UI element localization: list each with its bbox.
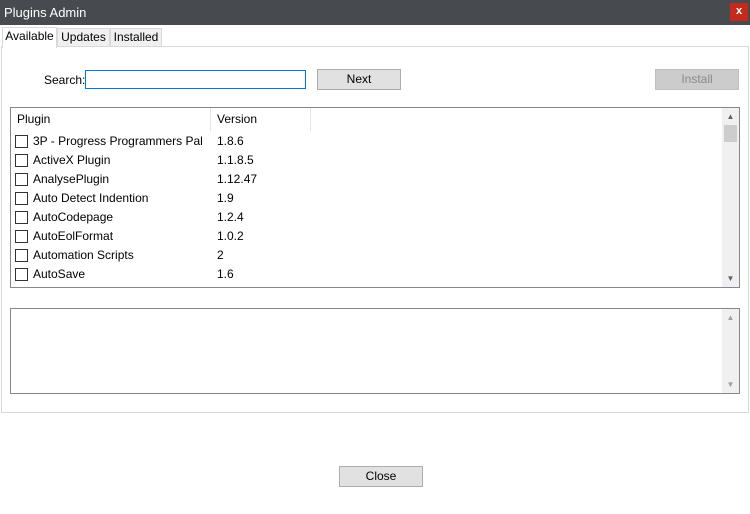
list-item[interactable]: AutoCodepage 1.2.4 (11, 208, 723, 227)
scroll-up-arrow-icon[interactable]: ▲ (722, 108, 739, 125)
list-item[interactable]: AutoEolFormat 1.0.2 (11, 227, 723, 246)
window-close-button[interactable]: x (730, 3, 748, 21)
scroll-up-arrow-icon[interactable]: ▲ (722, 309, 739, 326)
title-bar: Plugins Admin x (0, 0, 750, 25)
column-header-version[interactable]: Version (211, 108, 311, 131)
plugin-name: AutoCodepage (33, 210, 114, 224)
plugin-version: 1.6 (217, 267, 234, 281)
plugin-name: Automation Scripts (33, 248, 134, 262)
list-item[interactable]: AnalysePlugin 1.12.47 (11, 170, 723, 189)
plugin-version: 1.2.4 (217, 210, 244, 224)
tab-installed[interactable]: Installed (110, 28, 162, 47)
search-input[interactable] (85, 70, 306, 89)
plugin-checkbox[interactable] (15, 173, 28, 186)
scroll-down-arrow-icon[interactable]: ▼ (722, 270, 739, 287)
plugin-checkbox[interactable] (15, 135, 28, 148)
plugin-version: 1.8.6 (217, 134, 244, 148)
plugin-checkbox[interactable] (15, 249, 28, 262)
plugin-name: ActiveX Plugin (33, 153, 111, 167)
plugin-name: AutoEolFormat (33, 229, 114, 243)
plugin-name: AutoSave (33, 267, 86, 281)
list-rows: 3P - Progress Programmers Pal 1.8.6 Acti… (11, 132, 723, 287)
plugin-version: 2 (217, 248, 224, 262)
tab-updates[interactable]: Updates (57, 28, 110, 47)
scrollbar-thumb[interactable] (724, 125, 737, 142)
plugin-list-scrollbar[interactable]: ▲ ▼ (722, 108, 739, 287)
plugin-version: 1.12.47 (217, 172, 258, 186)
window-title: Plugins Admin (4, 5, 87, 20)
description-scrollbar[interactable]: ▲ ▼ (722, 309, 739, 393)
plugin-version: 1.0.2 (217, 229, 244, 243)
list-item[interactable]: ActiveX Plugin 1.1.8.5 (11, 151, 723, 170)
plugin-checkbox[interactable] (15, 211, 28, 224)
column-header-plugin[interactable]: Plugin (11, 108, 211, 131)
scroll-down-arrow-icon[interactable]: ▼ (722, 376, 739, 393)
plugin-name: AnalysePlugin (33, 172, 110, 186)
list-item[interactable]: Auto Detect Indention 1.9 (11, 189, 723, 208)
close-button[interactable]: Close (339, 466, 423, 487)
list-item[interactable]: AutoSave 1.6 (11, 265, 723, 284)
plugin-checkbox[interactable] (15, 230, 28, 243)
search-label: Search: (44, 73, 86, 87)
list-header: Plugin Version (11, 108, 311, 131)
plugin-description-box[interactable]: ▲ ▼ (10, 308, 740, 394)
plugin-list[interactable]: Plugin Version 3P - Progress Programmers… (10, 107, 740, 288)
plugin-checkbox[interactable] (15, 192, 28, 205)
plugin-version: 1.1.8.5 (217, 153, 254, 167)
list-item[interactable]: Automation Scripts 2 (11, 246, 723, 265)
plugin-checkbox[interactable] (15, 268, 28, 281)
plugin-checkbox[interactable] (15, 154, 28, 167)
plugin-name: Auto Detect Indention (33, 191, 149, 205)
plugin-version: 1.9 (217, 191, 234, 205)
next-button[interactable]: Next (317, 69, 401, 90)
list-item[interactable]: 3P - Progress Programmers Pal 1.8.6 (11, 132, 723, 151)
install-button[interactable]: Install (655, 69, 739, 90)
tab-available[interactable]: Available (2, 27, 57, 48)
plugin-name: 3P - Progress Programmers Pal (33, 134, 203, 148)
